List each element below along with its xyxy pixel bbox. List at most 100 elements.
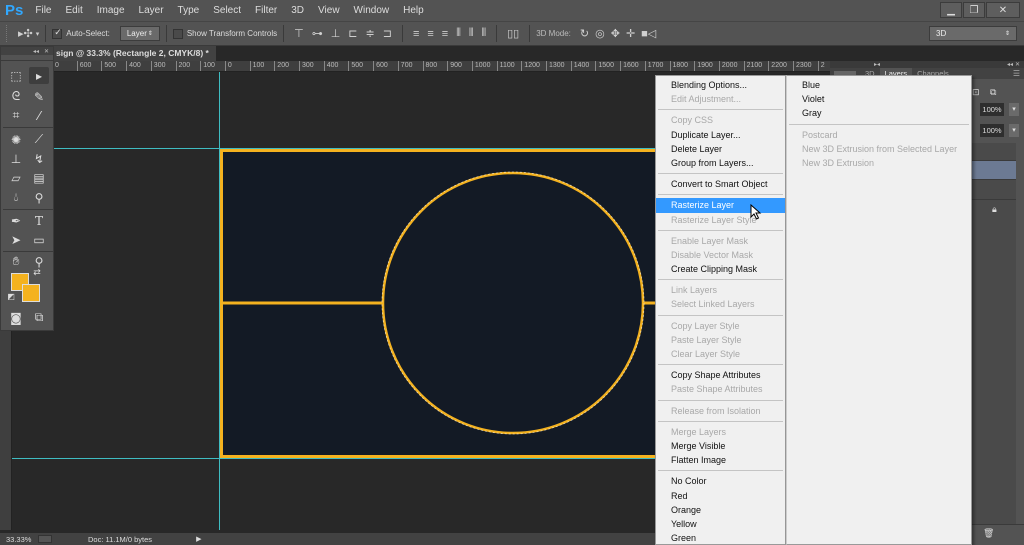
menu-item-green[interactable]: Green — [656, 531, 785, 545]
spot-healing-tool-icon[interactable]: ✺ — [6, 131, 26, 148]
status-options-icon[interactable] — [38, 535, 52, 543]
distribute-bottom-icon[interactable]: ≡ — [442, 28, 448, 40]
menu-layer[interactable]: Layer — [139, 5, 164, 16]
menu-item-orange[interactable]: Orange — [656, 503, 785, 517]
dodge-tool-icon[interactable]: ⚲ — [29, 189, 49, 206]
menu-item-delete-layer[interactable]: Delete Layer — [656, 142, 785, 156]
fill-dropdown-icon[interactable]: ▾ — [1009, 124, 1019, 137]
brush-tool-icon[interactable]: ⟋ — [29, 131, 49, 148]
minimize-button[interactable]: ▁ — [940, 2, 962, 18]
collapse-icon[interactable]: ◂◂ — [33, 48, 39, 55]
document-tab[interactable]: sign @ 33.3% (Rectangle 2, CMYK/8) * × — [54, 46, 216, 61]
lock-artboard-icon[interactable]: ⊡ — [972, 88, 980, 98]
3d-roll-icon[interactable]: ◎ — [595, 27, 605, 40]
close-panel-icon[interactable]: ✕ — [44, 48, 49, 55]
path-selection-tool-icon[interactable]: ➤ — [6, 231, 26, 248]
default-colors-icon[interactable]: ◩ — [6, 291, 16, 301]
move-tool-icon[interactable]: ▸✣ — [18, 27, 33, 40]
menu-item-copy-shape-attributes[interactable]: Copy Shape Attributes — [656, 368, 785, 382]
horizontal-ruler[interactable]: 0 600 500 400 300 200 100 0 100 200 300 400 500 600 70… — [54, 61, 830, 72]
menu-type[interactable]: Type — [178, 5, 200, 16]
rectangle-tool-icon[interactable]: ▭ — [29, 231, 49, 248]
menu-item-blending-options[interactable]: Blending Options... — [656, 78, 785, 92]
menu-3d[interactable]: 3D — [291, 5, 304, 16]
3d-slide-icon[interactable]: ✛ — [626, 27, 635, 40]
opacity-field[interactable]: 100% — [980, 103, 1004, 116]
pen-tool-icon[interactable]: ✒ — [6, 212, 26, 229]
restore-button[interactable]: ❐ — [963, 2, 985, 18]
menu-help[interactable]: Help — [403, 5, 424, 16]
align-bottom-edges-icon[interactable]: ⊥ — [331, 27, 341, 40]
background-color-swatch[interactable] — [22, 284, 40, 302]
eraser-tool-icon[interactable]: ▱ — [6, 169, 26, 186]
distribute-hcenter-icon[interactable]: ⫴ — [469, 27, 474, 40]
distribute-top-icon[interactable]: ≡ — [413, 28, 419, 40]
auto-align-icon[interactable]: ▯▯ — [507, 27, 519, 40]
distribute-right-icon[interactable]: ⫴ — [481, 27, 486, 40]
distribute-vcenter-icon[interactable]: ≡ — [427, 28, 433, 40]
workspace-dropdown[interactable]: 3D ⇕ — [929, 26, 1017, 41]
opacity-dropdown-icon[interactable]: ▾ — [1009, 103, 1019, 116]
zoom-level[interactable]: 33.33% — [6, 535, 36, 544]
collapse-icon[interactable]: ◂◂ ✕ — [1007, 61, 1020, 68]
3d-drag-icon[interactable]: ✥ — [611, 27, 620, 40]
distribute-left-icon[interactable]: ⫴ — [456, 27, 461, 40]
quick-mask-icon[interactable]: ◙ — [6, 309, 26, 326]
expand-icon[interactable]: ▸◂ — [874, 61, 880, 68]
close-button[interactable]: ✕ — [986, 2, 1020, 18]
lock-all-icon[interactable]: ⧉ — [990, 88, 996, 98]
move-tool-icon[interactable]: ▸ — [29, 67, 49, 84]
menu-item-gray[interactable]: Gray — [787, 106, 971, 120]
align-right-edges-icon[interactable]: ⊐ — [383, 27, 392, 40]
gradient-tool-icon[interactable]: ▤ — [29, 169, 49, 186]
type-tool-icon[interactable]: T — [29, 212, 49, 229]
menu-item-duplicate-layer[interactable]: Duplicate Layer... — [656, 128, 785, 142]
swap-colors-icon[interactable]: ⇄ — [31, 267, 43, 279]
menu-item-no-color[interactable]: No Color — [656, 474, 785, 488]
menu-item-group-from-layers[interactable]: Group from Layers... — [656, 156, 785, 170]
align-horizontal-centers-icon[interactable]: ≑ — [366, 27, 375, 40]
align-vertical-centers-icon[interactable]: ⊶ — [312, 27, 323, 40]
menu-item-convert-to-smart-object[interactable]: Convert to Smart Object — [656, 177, 785, 191]
blur-tool-icon[interactable]: 💧︎ — [6, 189, 26, 206]
menu-item-yellow[interactable]: Yellow — [656, 517, 785, 531]
menu-item-violet[interactable]: Violet — [787, 92, 971, 106]
menu-select[interactable]: Select — [213, 5, 241, 16]
marquee-tool-icon[interactable]: ⬚ — [6, 67, 26, 84]
eyedropper-tool-icon[interactable]: ⁄ — [29, 107, 49, 124]
menu-image[interactable]: Image — [97, 5, 125, 16]
align-top-edges-icon[interactable]: ⊤ — [294, 27, 304, 40]
fill-field[interactable]: 100% — [980, 124, 1004, 137]
screen-mode-icon[interactable]: ⧉ — [29, 309, 49, 326]
ruler-tick-label: 700 — [397, 61, 412, 71]
quick-selection-tool-icon[interactable]: ✎ — [29, 88, 49, 105]
panel-menu-icon[interactable]: ☰ — [1013, 69, 1020, 78]
menu-edit[interactable]: Edit — [65, 5, 82, 16]
menu-view[interactable]: View — [318, 5, 340, 16]
show-transform-checkbox[interactable] — [172, 28, 183, 39]
menu-item-flatten-image[interactable]: Flatten Image — [656, 453, 785, 467]
menu-item-create-clipping-mask[interactable]: Create Clipping Mask — [656, 262, 785, 276]
history-brush-tool-icon[interactable]: ↯ — [29, 150, 49, 167]
crop-tool-icon[interactable]: ⌗ — [6, 107, 26, 124]
delete-layer-icon[interactable]: 🗑︎ — [983, 529, 994, 539]
clone-stamp-tool-icon[interactable]: ⊥ — [6, 150, 26, 167]
auto-select-checkbox[interactable]: ✓ — [52, 27, 63, 39]
menu-window[interactable]: Window — [354, 5, 390, 16]
menu-item-rasterize-layer[interactable]: Rasterize Layer — [656, 198, 785, 213]
menu-item-merge-visible[interactable]: Merge Visible — [656, 439, 785, 453]
align-left-edges-icon[interactable]: ⊏ — [348, 27, 357, 40]
tools-panel-grip[interactable] — [1, 55, 53, 61]
tool-preset-chevron-icon[interactable]: ▾ — [36, 30, 40, 38]
lasso-tool-icon[interactable]: ᘓ — [6, 88, 26, 105]
auto-select-target-dropdown[interactable]: Layer ⇕ — [119, 26, 160, 41]
3d-scale-icon[interactable]: ■◁ — [641, 27, 656, 40]
menu-item-blue[interactable]: Blue — [787, 78, 971, 92]
menu-file[interactable]: File — [35, 5, 51, 16]
menu-filter[interactable]: Filter — [255, 5, 277, 16]
status-menu-arrow-icon[interactable]: ▶ — [196, 535, 201, 543]
options-grip[interactable] — [6, 25, 12, 42]
3d-rotate-icon[interactable]: ↻ — [580, 27, 589, 40]
menu-item-red[interactable]: Red — [656, 489, 785, 503]
hand-tool-icon[interactable]: ✋︎ — [6, 253, 26, 270]
